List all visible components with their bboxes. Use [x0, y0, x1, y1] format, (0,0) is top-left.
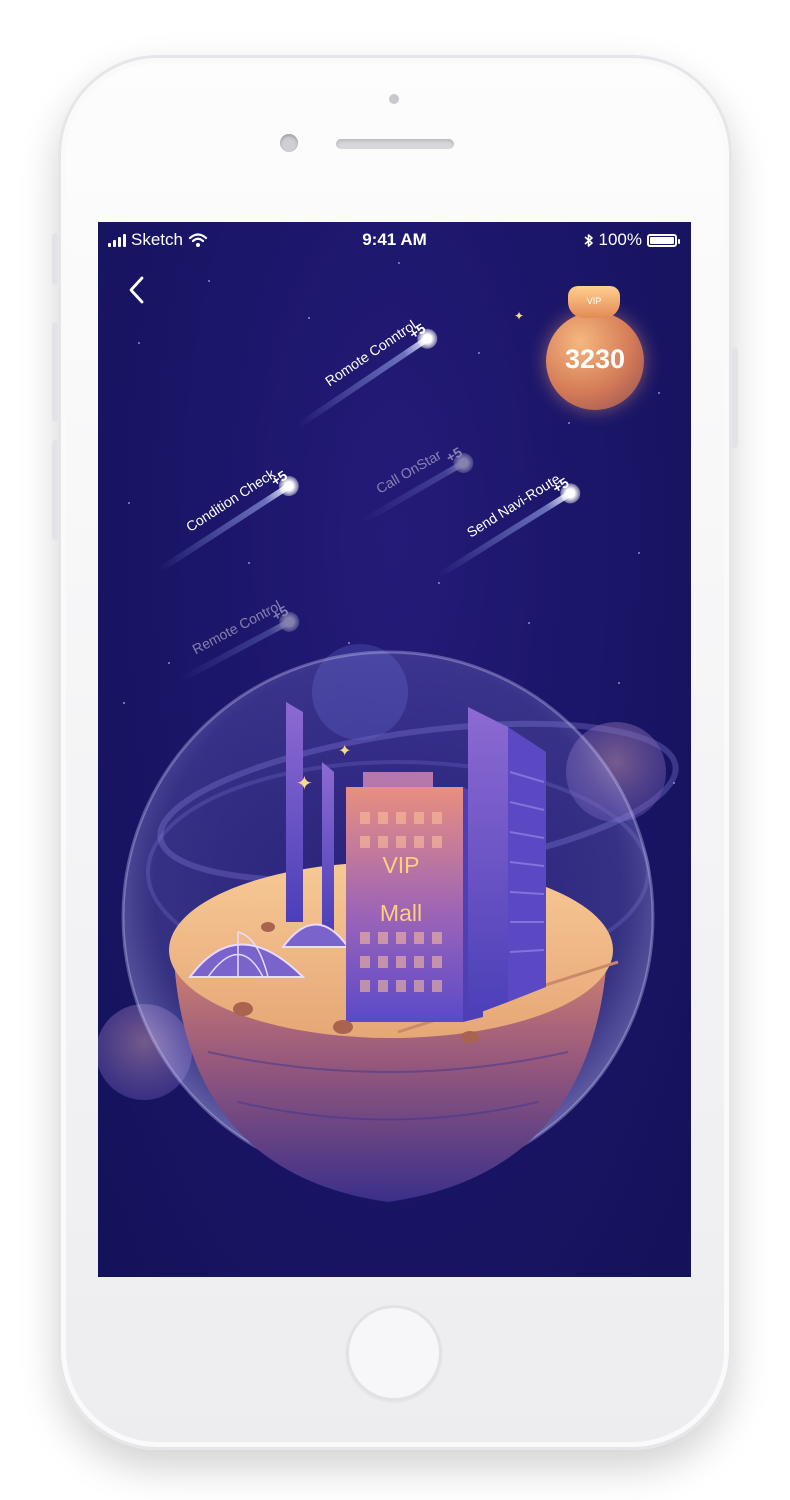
- task-meteor-condition-check[interactable]: +5 Condition Check: [150, 465, 308, 583]
- star: [138, 342, 140, 344]
- sparkle-icon: ✦: [296, 773, 313, 795]
- home-button[interactable]: [346, 1305, 442, 1401]
- task-label: Call OnStar: [373, 446, 444, 497]
- building-label-line1: VIP: [382, 852, 420, 878]
- battery-percent: 100%: [598, 230, 642, 249]
- points-value: 3230: [564, 344, 626, 374]
- silent-switch: [52, 233, 58, 285]
- vip-cap-label: VIP: [586, 296, 602, 306]
- task-meteor-send-navi-route[interactable]: +5 Send Navi-Route: [431, 470, 590, 588]
- star: [478, 352, 480, 354]
- volume-up-button: [52, 322, 58, 422]
- status-right: 100%: [583, 230, 680, 250]
- sparkle-icon: ✦: [514, 309, 525, 323]
- earpiece-speaker: [336, 139, 454, 149]
- back-button[interactable]: [122, 272, 152, 308]
- status-bar: Sketch 9:41 AM 100%: [98, 222, 691, 258]
- island-scene: [98, 644, 679, 1202]
- star: [658, 392, 660, 394]
- bluetooth-icon: [583, 233, 593, 247]
- app-screen: Sketch 9:41 AM 100% VIP 3230 ✦ +5 Romote…: [98, 222, 691, 1277]
- vip-points-planet[interactable]: VIP 3230: [546, 286, 648, 410]
- task-meteor-call-onstar[interactable]: +5 Call OnStar: [356, 444, 483, 533]
- volume-down-button: [52, 440, 58, 540]
- star: [208, 280, 210, 282]
- star: [128, 502, 130, 504]
- chevron-left-icon: [129, 276, 144, 304]
- star: [568, 422, 570, 424]
- proximity-sensor: [389, 94, 399, 104]
- star: [398, 262, 400, 264]
- battery-icon: [647, 233, 680, 247]
- power-button: [732, 348, 738, 448]
- sparkle-icon: ✦: [338, 743, 352, 760]
- task-meteor-romote-conntrol[interactable]: +5 Romote Conntrol: [290, 317, 447, 437]
- star: [438, 582, 440, 584]
- star: [308, 317, 310, 319]
- star: [528, 622, 530, 624]
- star: [638, 552, 640, 554]
- star: [248, 562, 250, 564]
- front-camera: [280, 134, 298, 152]
- building-label-line2: Mall: [379, 900, 423, 926]
